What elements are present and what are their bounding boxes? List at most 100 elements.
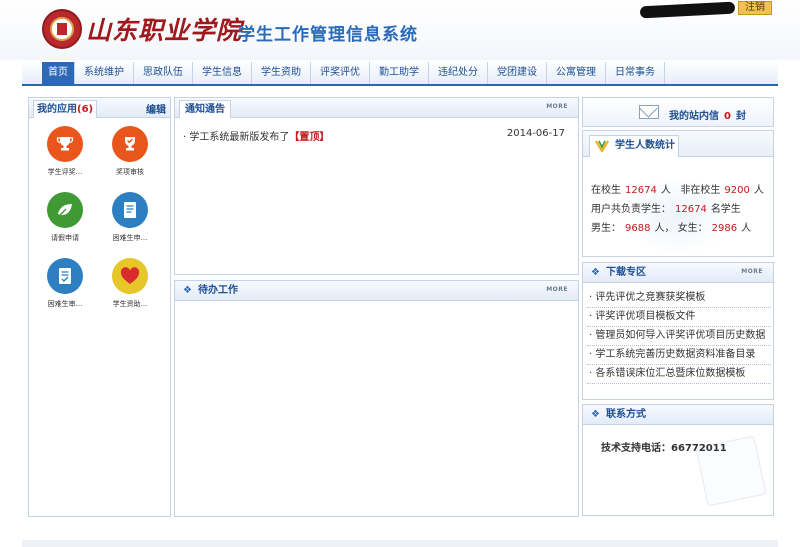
my-apps-count: (6)	[77, 104, 94, 115]
app-label: 请假申请	[51, 234, 79, 242]
download-item-label: 管理员如何导入评奖评优项目历史数据	[595, 330, 766, 341]
diamond-icon: ❖	[591, 267, 600, 278]
contact-title-wrap: ❖ 联系方式	[591, 408, 646, 422]
footer-bar	[22, 540, 778, 547]
notice-item[interactable]: · 学工系统最新版发布了【置顶】 2014-06-17	[183, 128, 573, 143]
todo-more-link[interactable]: MORE	[546, 286, 568, 293]
stat-unit: 人	[660, 185, 671, 196]
app-label: 困难生申...	[112, 234, 148, 242]
nav-party-league[interactable]: 党团建设	[488, 62, 547, 84]
download-item[interactable]: · 管理员如何导入评奖评优项目历史数据	[587, 327, 771, 346]
nav-discipline[interactable]: 违纪处分	[429, 62, 488, 84]
download-item[interactable]: · 评奖评优项目模板文件	[587, 308, 771, 327]
notice-text: 学工系统最新版发布了	[189, 132, 290, 143]
stat-label: 用户共负责学生：	[591, 204, 671, 215]
notice-title: 通知通告	[179, 100, 231, 118]
notice-header: 通知通告 MORE	[175, 98, 578, 118]
stat-value: 12674	[625, 185, 657, 196]
messages-count: 0	[724, 111, 731, 122]
download-item[interactable]: · 评先评优之竞赛获奖模板	[587, 289, 771, 308]
support-phone: 66772011	[671, 443, 727, 454]
nav-awards[interactable]: 评奖评优	[311, 62, 370, 84]
nav-work-study[interactable]: 勤工助学	[370, 62, 429, 84]
todo-title-wrap: ❖ 待办工作	[183, 284, 238, 298]
support-label: 技术支持电话：	[601, 443, 671, 454]
download-item-label: 学工系统完善历史数据资料准备目录	[595, 349, 756, 360]
diamond-icon: ❖	[183, 285, 192, 296]
header: 山东职业学院 学生工作管理信息系统 注销	[0, 0, 800, 60]
stat-value: 12674	[675, 204, 707, 215]
heart-icon	[112, 258, 148, 294]
app-label: 困难生审...	[47, 300, 83, 308]
download-item[interactable]: · 各系错误床位汇总暨床位数据模板	[587, 365, 771, 384]
app-label: 学生评奖...	[47, 168, 83, 176]
app-leave-request[interactable]: 请假申请	[35, 192, 95, 243]
stats-logo-icon	[595, 140, 609, 152]
stat-value: 2986	[711, 223, 738, 234]
bullet-icon: ·	[183, 132, 187, 143]
trophy-icon	[47, 126, 83, 162]
my-apps-tab: 我的应用(6)	[33, 100, 97, 118]
student-stats-panel: 学生人数统计 在校生 12674 人 非在校生 9200 人 用户共负责学生： 12674…	[582, 130, 774, 257]
nav-home[interactable]: 首页	[42, 62, 75, 84]
stat-label: 女生：	[677, 223, 708, 234]
stats-title: 学生人数统计	[615, 140, 675, 151]
nav-system-maintenance[interactable]: 系统维护	[75, 62, 134, 84]
stat-unit: 名学生	[710, 204, 741, 215]
stat-label: 男生：	[591, 223, 621, 234]
stat-in-school: 在校生 12674 人 非在校生 9200 人	[591, 181, 764, 196]
download-list: · 评先评优之竞赛获奖模板 · 评奖评优项目模板文件 · 管理员如何导入评奖评优…	[587, 289, 771, 384]
envelope-icon	[639, 105, 659, 119]
download-title-wrap: ❖ 下载专区	[591, 266, 646, 280]
stat-unit: 人	[654, 223, 665, 234]
app-label: 学生资助...	[112, 300, 148, 308]
my-apps-header: 我的应用(6) 编辑	[29, 98, 170, 118]
stat-unit: 人	[753, 185, 764, 196]
system-title: 学生工作管理信息系统	[238, 25, 418, 45]
notice-date: 2014-06-17	[506, 128, 565, 139]
edit-apps-link[interactable]: 编辑	[146, 101, 166, 116]
notice-tag: 【置顶】	[289, 132, 330, 143]
todo-title: 待办工作	[197, 285, 238, 296]
notice-more-link[interactable]: MORE	[546, 103, 568, 110]
stat-responsible: 用户共负责学生： 12674 名学生	[591, 200, 741, 215]
messages-label: 我的站内信	[669, 111, 719, 122]
app-student-award[interactable]: 学生评奖...	[35, 126, 95, 177]
messages-panel[interactable]: 我的站内信 0 封	[582, 97, 774, 127]
app-hardship-review[interactable]: 困难生审...	[35, 258, 95, 309]
nav-student-info[interactable]: 学生信息	[193, 62, 252, 84]
todo-panel: ❖ 待办工作 MORE	[174, 280, 579, 517]
diamond-icon: ❖	[591, 409, 600, 420]
download-item-label: 各系错误床位汇总暨床位数据模板	[595, 368, 746, 379]
app-student-aid[interactable]: 学生资助...	[100, 258, 160, 309]
messages-unit: 封	[735, 111, 746, 122]
main-nav: 首页 系统维护 思政队伍 学生信息 学生资助 评奖评优 勤工助学 违纪处分 党团…	[22, 62, 778, 86]
contact-header: ❖ 联系方式	[583, 405, 773, 425]
contact-title: 联系方式	[605, 409, 646, 420]
nav-daily-affairs[interactable]: 日常事务	[606, 62, 665, 84]
app-label: 奖项审核	[116, 168, 144, 176]
nav-political-team[interactable]: 思政队伍	[134, 62, 193, 84]
nav-student-aid[interactable]: 学生资助	[252, 62, 311, 84]
download-more-link[interactable]: MORE	[741, 268, 763, 275]
logout-button[interactable]: 注销	[738, 1, 772, 15]
my-apps-panel: 我的应用(6) 编辑 学生评奖... 奖项审核 请假申请 困难生申... 困难生…	[28, 97, 171, 517]
stat-label: 在校生	[591, 185, 621, 196]
school-seal-logo	[42, 9, 82, 49]
download-header: ❖ 下载专区 MORE	[583, 263, 773, 283]
app-award-review[interactable]: 奖项审核	[100, 126, 160, 177]
download-title: 下载专区	[605, 267, 646, 278]
stat-value: 9688	[625, 223, 651, 234]
redacted-username	[639, 1, 736, 19]
nav-dormitory[interactable]: 公寓管理	[547, 62, 606, 84]
contact-panel: ❖ 联系方式 技术支持电话：66772011	[582, 404, 774, 516]
stats-header: 学生人数统计	[583, 131, 773, 157]
app-hardship-apply[interactable]: 困难生申...	[100, 192, 160, 243]
download-item[interactable]: · 学工系统完善历史数据资料准备目录	[587, 346, 771, 365]
document-check-icon	[47, 258, 83, 294]
download-item-label: 评先评优之竞赛获奖模板	[595, 292, 706, 303]
leaf-icon	[47, 192, 83, 228]
messages-text: 我的站内信 0 封	[669, 107, 746, 122]
document-icon	[112, 192, 148, 228]
stat-gender: 男生： 9688 人， 女生： 2986 人	[591, 223, 752, 234]
